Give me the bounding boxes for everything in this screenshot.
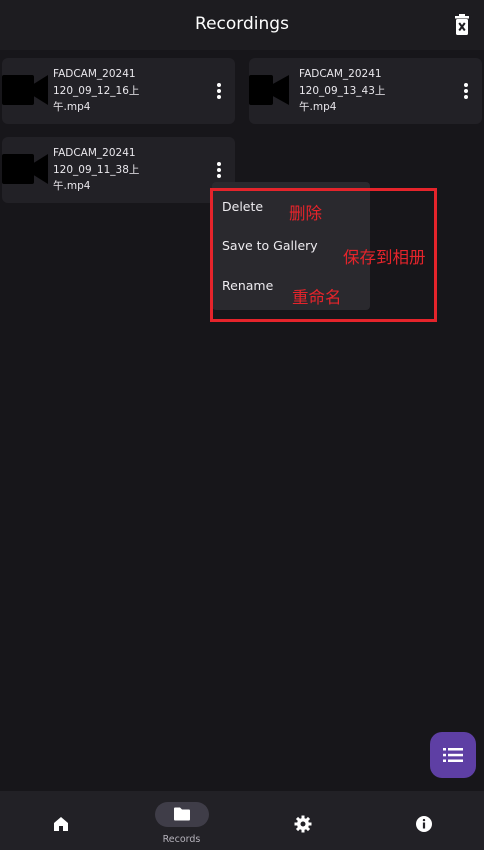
trash-icon[interactable] xyxy=(452,14,472,36)
folder-icon xyxy=(173,807,190,821)
list-icon xyxy=(443,748,463,762)
home-icon xyxy=(53,817,68,831)
recording-name: FADCAM_20241 120_09_11_38上 午.mp4 xyxy=(53,147,140,192)
annotation-rename: 重命名 xyxy=(292,288,342,307)
video-camera-icon xyxy=(2,154,48,184)
nav-item-about[interactable] xyxy=(363,791,484,850)
annotation-delete: 删除 xyxy=(289,204,322,223)
recording-card[interactable]: FADCAM_20241 120_09_11_38上 午.mp4 xyxy=(2,137,235,203)
nav-item-records[interactable]: Records xyxy=(121,791,242,850)
nav-label-records: Records xyxy=(162,834,201,845)
info-icon xyxy=(415,816,432,832)
more-vert-icon[interactable] xyxy=(212,81,226,101)
annotation-save-to-gallery: 保存到相册 xyxy=(343,248,426,267)
nav-item-home[interactable] xyxy=(0,791,121,850)
recording-card[interactable]: FADCAM_20241 120_09_13_43上 午.mp4 xyxy=(249,58,482,124)
recording-name: FADCAM_20241 120_09_12_16上 午.mp4 xyxy=(53,68,140,113)
nav-item-settings[interactable] xyxy=(242,791,363,850)
app-bar: Recordings xyxy=(0,0,484,50)
recording-card[interactable]: FADCAM_20241 120_09_12_16上 午.mp4 xyxy=(2,58,235,124)
bottom-nav: Records xyxy=(0,791,484,850)
page-title: Recordings xyxy=(195,14,289,34)
more-vert-icon[interactable] xyxy=(212,160,226,180)
gear-icon xyxy=(294,815,311,833)
video-camera-icon xyxy=(249,75,289,105)
fab-button[interactable] xyxy=(430,732,476,778)
recording-name: FADCAM_20241 120_09_13_43上 午.mp4 xyxy=(299,68,386,113)
video-camera-icon xyxy=(2,75,48,105)
more-vert-icon[interactable] xyxy=(459,81,473,101)
